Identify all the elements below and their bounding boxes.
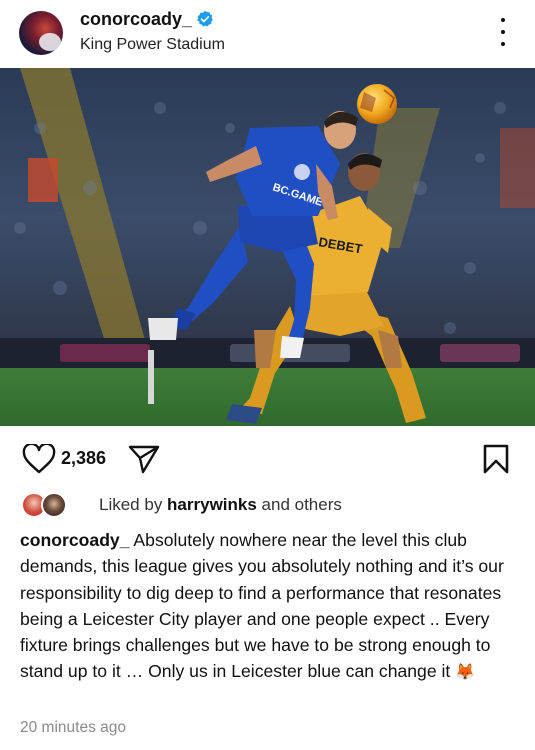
match-photo-illustration: DEBET BC.GAME [0, 68, 535, 426]
heart-icon[interactable] [22, 444, 56, 474]
liked-by-row[interactable]: Liked by harrywinks and others [0, 490, 535, 520]
liked-by-text: Liked by harrywinks and others [99, 495, 342, 515]
username[interactable]: conorcoady_ [80, 9, 192, 30]
caption-username[interactable]: conorcoady_ [20, 530, 130, 550]
post-caption: conorcoady_ Absolutely nowhere near the … [20, 527, 520, 687]
liker-avatars [21, 492, 71, 518]
liked-by-suffix: and others [256, 495, 342, 514]
more-options-icon[interactable] [496, 18, 510, 46]
verified-badge-icon [196, 10, 213, 27]
football [357, 84, 397, 124]
fox-emoji-icon: 🦊 [455, 664, 476, 682]
liked-by-prefix: Liked by [99, 495, 168, 514]
location-label[interactable]: King Power Stadium [80, 36, 225, 54]
bookmark-icon[interactable] [482, 443, 510, 475]
liker-avatar [41, 492, 67, 518]
post-timestamp: 20 minutes ago [20, 719, 126, 736]
avatar[interactable] [19, 11, 63, 55]
send-icon[interactable] [128, 444, 160, 474]
action-bar: 2,386 [0, 438, 535, 478]
liked-by-user[interactable]: harrywinks [167, 495, 257, 514]
like-count[interactable]: 2,386 [61, 448, 106, 469]
post-photo[interactable]: DEBET BC.GAME [0, 68, 535, 426]
post-header: conorcoady_ King Power Stadium [0, 0, 535, 68]
caption-text: Absolutely nowhere near the level this c… [20, 530, 504, 682]
